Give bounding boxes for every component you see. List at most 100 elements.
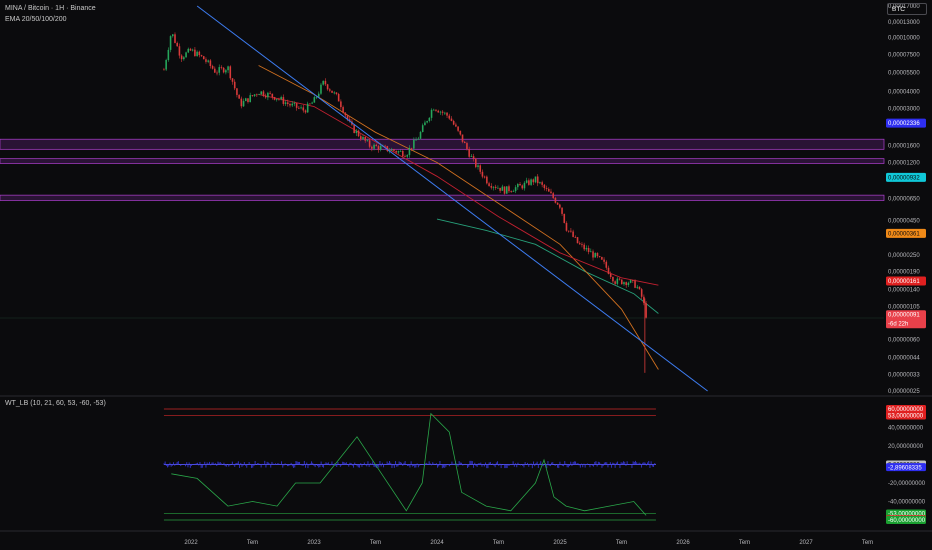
candle-body xyxy=(598,256,601,258)
candle-body xyxy=(554,197,557,203)
candle-body xyxy=(547,188,550,192)
candle-body xyxy=(532,179,535,183)
candle-body xyxy=(483,176,486,178)
candle-body xyxy=(450,118,453,121)
price-tick-label: 0,00000250 xyxy=(888,253,920,259)
candle-body xyxy=(587,248,590,253)
candle-body xyxy=(488,183,490,187)
candle-body xyxy=(623,282,625,285)
price-tick-label: 0,00003000 xyxy=(888,106,920,112)
candle-body xyxy=(435,109,437,111)
candle-body xyxy=(373,144,375,149)
candle-body xyxy=(205,59,207,62)
candle-body xyxy=(262,91,265,96)
candle-body xyxy=(468,148,470,157)
candle-body xyxy=(477,165,479,168)
currency-badge[interactable]: BTC xyxy=(887,3,927,15)
candle-body xyxy=(399,151,402,152)
price-badge-label: 0,00000161 xyxy=(888,279,920,285)
candle-body xyxy=(565,222,568,231)
candle-body xyxy=(238,94,240,99)
candle-body xyxy=(463,141,466,144)
candle-body xyxy=(455,124,457,127)
candle-body xyxy=(402,151,404,157)
candle-body xyxy=(390,149,393,151)
candle-body xyxy=(216,72,218,74)
candle-body xyxy=(320,84,322,94)
candle-body xyxy=(510,191,512,192)
candle-body xyxy=(561,207,563,214)
price-tick-label: 0,00005500 xyxy=(888,71,920,77)
osc-value-label: 53,00000000 xyxy=(888,414,924,420)
candle-body xyxy=(196,51,198,57)
candle-body xyxy=(218,67,221,73)
candle-body xyxy=(317,93,320,97)
time-tick-label: 2027 xyxy=(799,540,813,546)
candle-body xyxy=(384,145,386,147)
candle-body xyxy=(214,68,216,73)
candle-body xyxy=(603,259,605,262)
time-tick-label: Tem xyxy=(616,540,627,546)
candle-body xyxy=(322,80,324,85)
candle-body xyxy=(481,171,484,177)
price-tick-label: 0,00000044 xyxy=(888,356,920,362)
ema-indicator-label[interactable]: EMA 20/50/100/200 xyxy=(5,16,67,23)
candle-body xyxy=(273,97,276,100)
candle-body xyxy=(497,187,499,189)
candle-body xyxy=(446,112,448,116)
candle-body xyxy=(525,180,528,183)
candle-body xyxy=(408,147,411,156)
candle-body xyxy=(466,143,468,149)
candle-body xyxy=(419,131,422,139)
candle-body xyxy=(337,93,340,102)
candle-body xyxy=(171,34,174,37)
candle-body xyxy=(357,130,360,137)
candle-body xyxy=(556,202,559,205)
candle-body xyxy=(415,139,417,141)
candle-body xyxy=(585,248,588,250)
candle-body xyxy=(284,102,287,104)
candle-body xyxy=(574,236,577,238)
candle-body xyxy=(638,286,641,290)
candle-body xyxy=(165,59,167,70)
candle-body xyxy=(430,109,433,118)
candle-body xyxy=(269,92,271,94)
candle-body xyxy=(441,111,444,113)
candle-body xyxy=(368,140,371,147)
candle-body xyxy=(302,107,305,111)
price-badge-label: 0,00000361 xyxy=(888,231,920,237)
candle-body xyxy=(421,125,424,132)
candle-body xyxy=(393,149,395,151)
candle-body xyxy=(572,231,574,237)
candle-body xyxy=(609,273,612,277)
candle-body xyxy=(640,289,643,297)
candle-body xyxy=(552,193,555,198)
candle-body xyxy=(612,276,614,282)
candle-body xyxy=(207,60,209,62)
candle-body xyxy=(379,146,382,150)
candle-body xyxy=(629,280,632,283)
candle-body xyxy=(459,130,462,135)
candle-body xyxy=(180,55,183,60)
candle-body xyxy=(492,186,495,188)
candle-body xyxy=(592,251,594,258)
candle-body xyxy=(260,91,263,95)
price-tick-label: 0,00000033 xyxy=(888,373,920,379)
candle-body xyxy=(424,122,426,126)
candle-body xyxy=(536,176,539,184)
candle-body xyxy=(169,36,172,50)
candle-body xyxy=(576,237,579,244)
time-tick-label: 2023 xyxy=(307,540,321,546)
chart-canvas[interactable]: 0,000170000,000130000,000100000,00007500… xyxy=(0,0,932,550)
candle-body xyxy=(607,267,610,274)
candle-body xyxy=(417,138,420,140)
candle-body xyxy=(410,147,413,149)
candle-body xyxy=(530,179,532,185)
candle-body xyxy=(333,92,336,94)
oscillator-label[interactable]: WT_LB (10, 21, 60, 53, -60, -53) xyxy=(5,400,106,407)
candle-body xyxy=(220,67,223,68)
candle-body xyxy=(413,139,415,149)
candle-body xyxy=(426,121,428,123)
candle-body xyxy=(280,97,282,100)
candle-body xyxy=(643,296,645,304)
